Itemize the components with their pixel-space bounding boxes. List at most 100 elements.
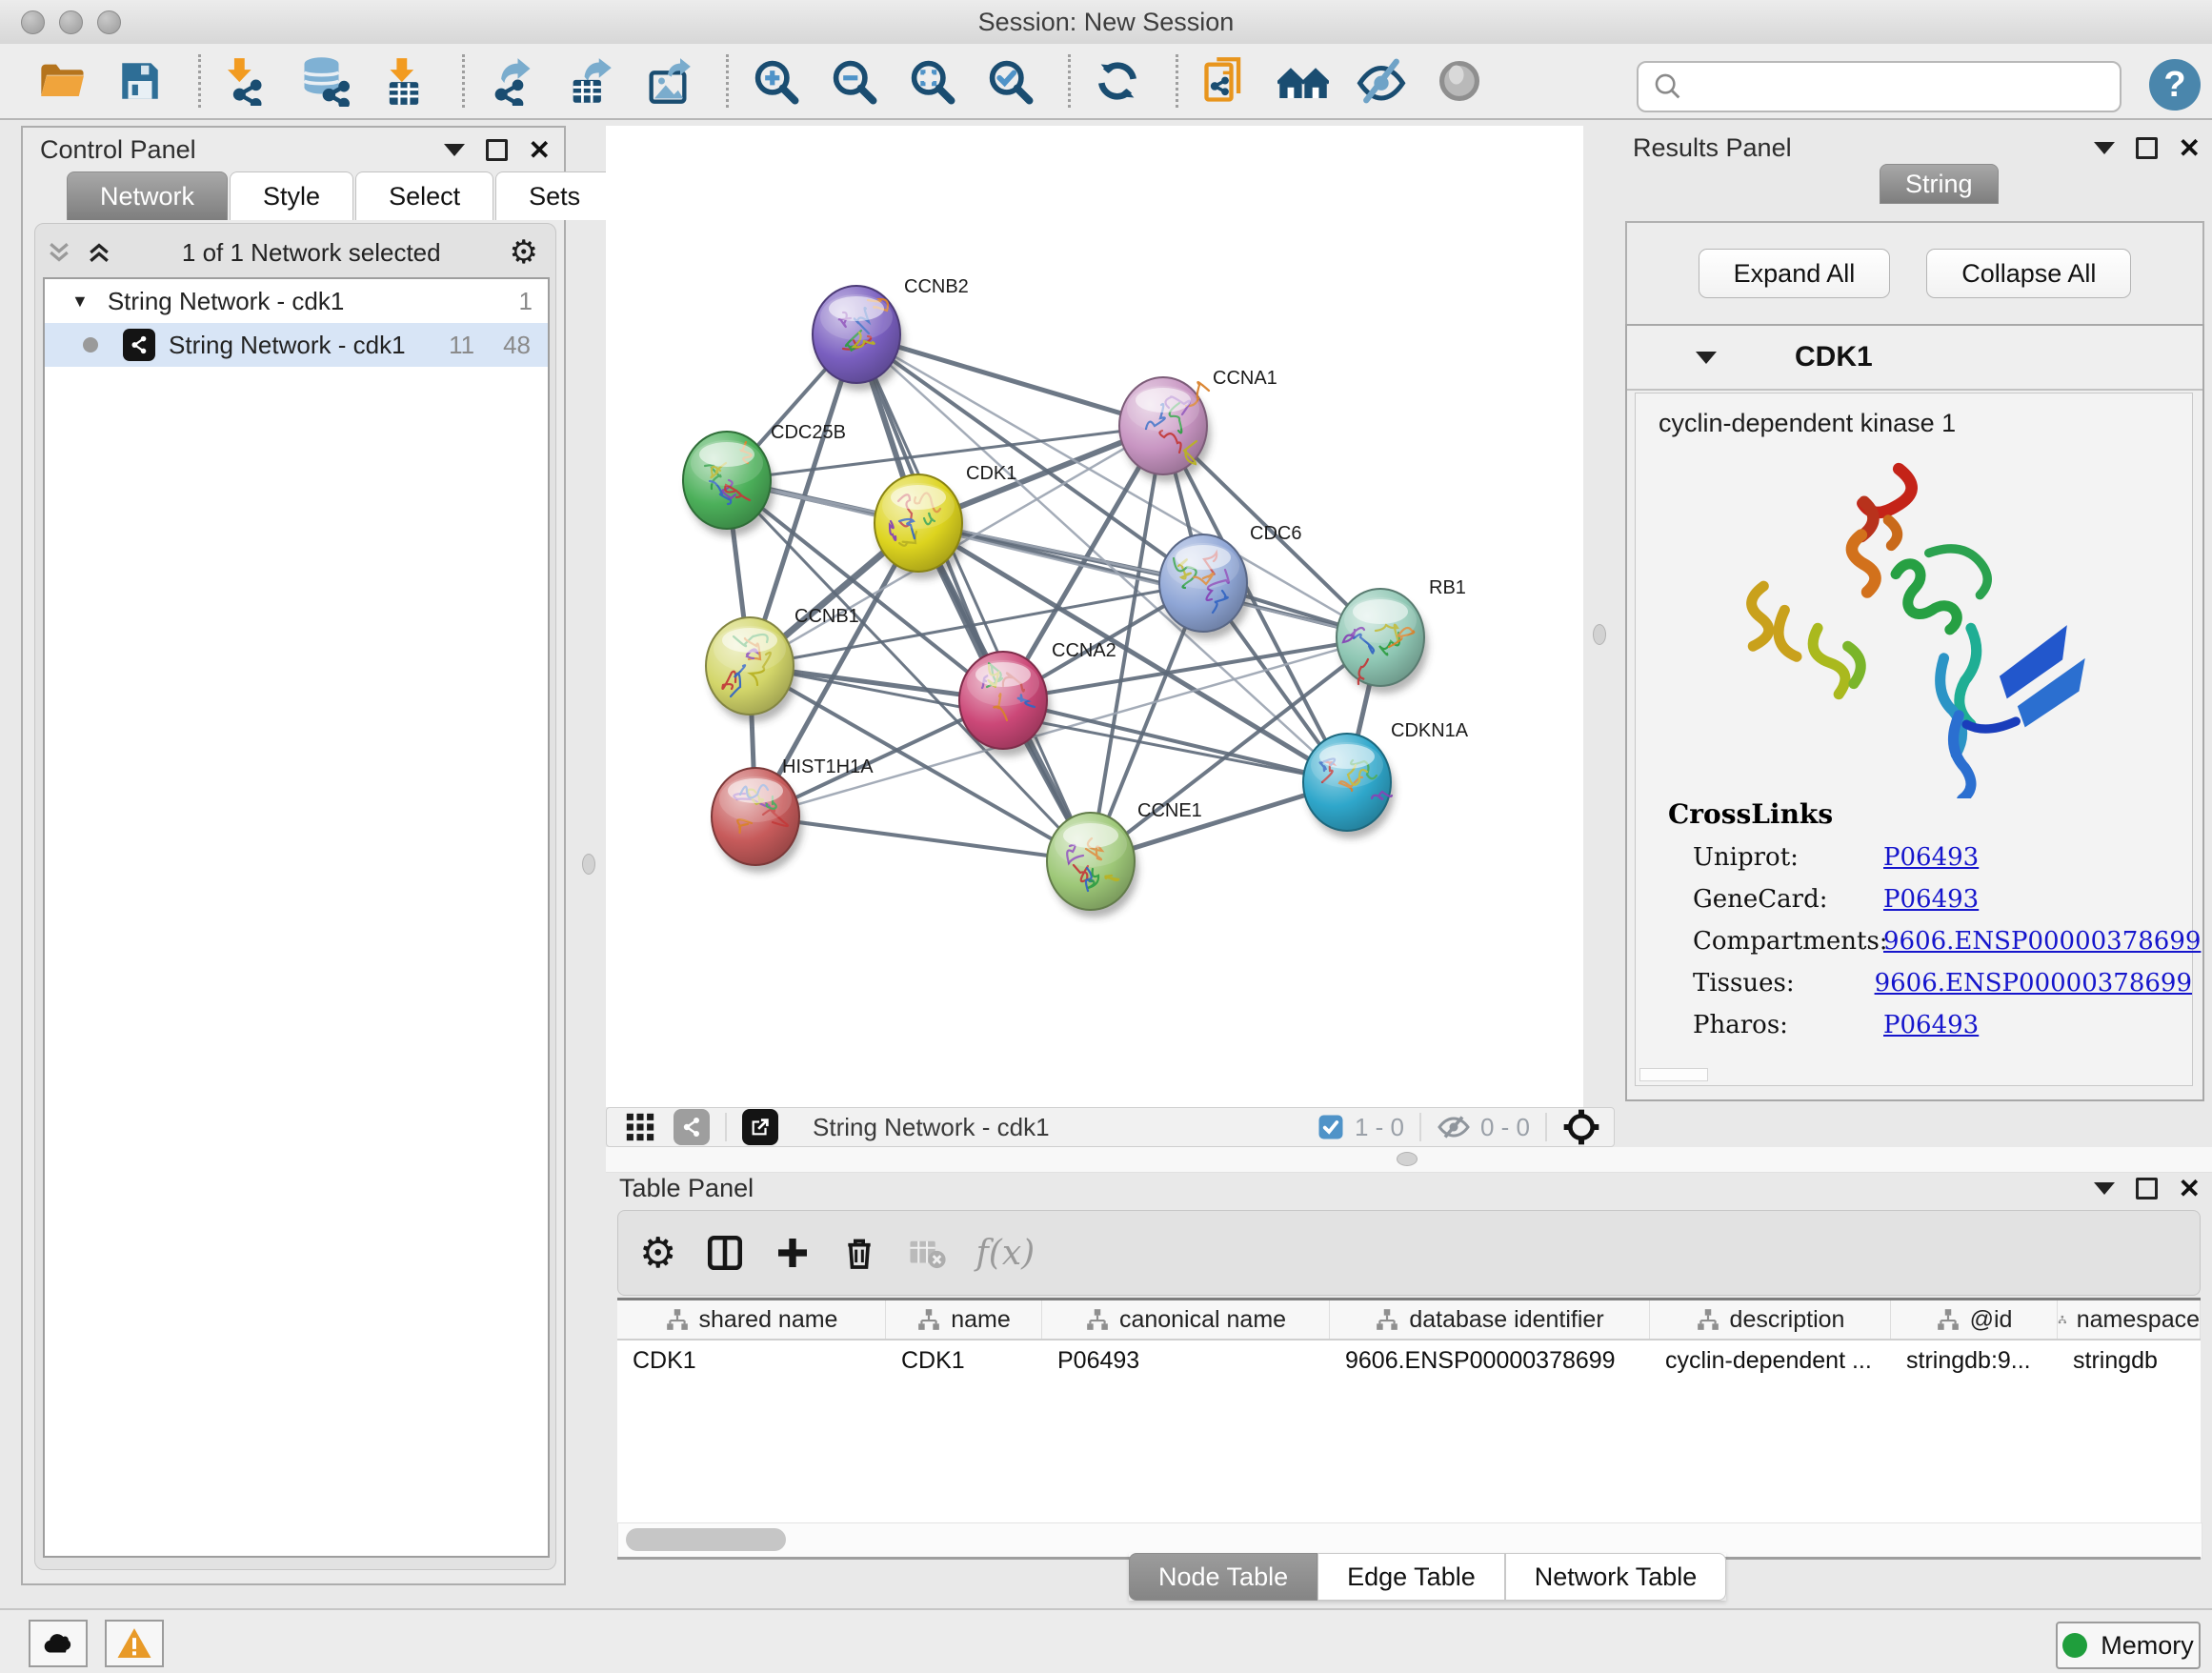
tab-network[interactable]: Network [67, 171, 228, 220]
cloud-button[interactable] [29, 1620, 88, 1667]
search-field[interactable] [1637, 61, 2122, 112]
tab-network-table[interactable]: Network Table [1505, 1553, 1727, 1601]
detach-view-icon[interactable] [742, 1109, 778, 1145]
panel-collapse-icon[interactable] [444, 144, 465, 156]
column-header[interactable]: name [886, 1300, 1042, 1339]
clipboard-share-button[interactable] [1197, 53, 1253, 109]
results-panel-title: Results Panel [1633, 133, 1792, 163]
column-header[interactable]: shared name [617, 1300, 886, 1339]
zoom-selected-button[interactable] [982, 53, 1037, 109]
column-type-icon [1085, 1307, 1110, 1332]
cdk1-section: CDK1 cyclin-dependent kinase 1 [1625, 324, 2204, 1101]
clipboard-share-icon [1200, 56, 1250, 106]
left-splitter-handle[interactable] [582, 854, 595, 875]
grid-view-icon[interactable] [624, 1111, 656, 1143]
open-session-button[interactable] [34, 53, 90, 109]
table-row[interactable]: CDK1 CDK1 P06493 9606.ENSP00000378699 cy… [617, 1340, 2201, 1381]
help-button[interactable]: ? [2149, 59, 2201, 111]
panel-collapse-icon[interactable] [2094, 142, 2115, 154]
import-network-file-button[interactable] [220, 53, 275, 109]
panel-close-icon[interactable]: ✕ [529, 137, 551, 164]
import-table-button[interactable] [376, 53, 432, 109]
tab-edge-table[interactable]: Edge Table [1317, 1553, 1505, 1601]
import-database-icon [300, 55, 352, 107]
network-row[interactable]: String Network - cdk1 11 48 [45, 323, 548, 367]
column-header[interactable]: database identifier [1330, 1300, 1650, 1339]
export-table-button[interactable] [562, 53, 617, 109]
scrollbar-thumb[interactable] [626, 1528, 786, 1551]
cell-namespace: stringdb [2058, 1340, 2201, 1381]
panel-float-icon[interactable] [2136, 137, 2158, 159]
crosslinks-title: CrossLinks [1668, 798, 2192, 830]
birdseye-crosshair-icon[interactable] [1562, 1108, 1600, 1146]
toolbar-separator [725, 1113, 727, 1141]
collapse-all-chevrons-icon[interactable] [45, 238, 73, 267]
refresh-button[interactable] [1090, 53, 1145, 109]
zoom-fit-button[interactable] [904, 53, 959, 109]
panel-float-icon[interactable] [486, 139, 508, 161]
expand-all-button[interactable]: Expand All [1699, 249, 1891, 298]
tree-expand-icon[interactable]: ▼ [71, 292, 89, 312]
results-scrollbar[interactable] [1639, 1068, 1708, 1081]
add-column-icon[interactable] [774, 1234, 812, 1272]
open-folder-icon [37, 56, 87, 106]
search-input[interactable] [1694, 71, 2120, 103]
selected-checkbox-icon[interactable] [1317, 1113, 1345, 1141]
crosslink-link[interactable]: P06493 [1883, 885, 1979, 914]
edge-count: 48 [503, 331, 531, 360]
splitter-handle[interactable] [1397, 1152, 1418, 1166]
delete-column-icon[interactable] [840, 1234, 878, 1272]
houses-icon [1277, 55, 1329, 107]
network-canvas[interactable]: CCNB2CCNA1CDC25BCDK1CDC6RB1CCNB1CCNA2CDK… [606, 126, 1583, 1107]
network-graph[interactable]: CCNB2CCNA1CDC25BCDK1CDC6RB1CCNB1CCNA2CDK… [606, 126, 1583, 1107]
cell-id: stringdb:9... [1891, 1340, 2058, 1381]
crosslink-link[interactable]: P06493 [1883, 1011, 1979, 1039]
gear-icon[interactable]: ⚙ [510, 233, 538, 272]
export-image-button[interactable] [640, 53, 695, 109]
svg-text:RB1: RB1 [1429, 577, 1466, 598]
section-collapse-icon[interactable] [1696, 352, 1717, 364]
panel-close-icon[interactable]: ✕ [2179, 135, 2201, 162]
import-network-database-button[interactable] [298, 53, 353, 109]
zoom-in-button[interactable] [748, 53, 803, 109]
memory-button[interactable]: Memory [2056, 1622, 2201, 1669]
hidden-eye-icon[interactable] [1437, 1110, 1471, 1144]
expand-all-chevrons-icon[interactable] [85, 238, 113, 267]
panel-collapse-icon[interactable] [2094, 1182, 2115, 1195]
crosslink-link[interactable]: 9606.ENSP00000378699 [1883, 927, 2201, 956]
svg-text:CCNA1: CCNA1 [1213, 368, 1277, 389]
warnings-button[interactable] [105, 1620, 164, 1667]
crosslink-link[interactable]: P06493 [1883, 843, 1979, 872]
cdk1-section-header[interactable]: CDK1 [1627, 326, 2202, 391]
window-title: Session: New Session [0, 8, 2212, 37]
column-header[interactable]: namespace [2058, 1300, 2201, 1339]
hide-unhide-button[interactable] [1354, 53, 1409, 109]
zoom-out-button[interactable] [826, 53, 881, 109]
control-panel: Control Panel ✕ Network Style Select Set… [21, 126, 566, 1585]
tab-style[interactable]: Style [230, 171, 353, 220]
column-header[interactable]: canonical name [1042, 1300, 1330, 1339]
show-columns-icon[interactable] [705, 1233, 745, 1273]
node-table: shared name name canonical name database [617, 1298, 2201, 1525]
panel-float-icon[interactable] [2136, 1178, 2158, 1199]
network-collection-row[interactable]: ▼ String Network - cdk1 1 [45, 279, 548, 323]
table-settings-gear-icon[interactable]: ⚙ [639, 1229, 676, 1278]
string-view-icon[interactable] [674, 1109, 710, 1145]
collapse-all-button[interactable]: Collapse All [1926, 249, 2131, 298]
save-session-button[interactable] [112, 53, 168, 109]
crosslink-link[interactable]: 9606.ENSP00000378699 [1875, 969, 2192, 998]
column-header[interactable]: description [1650, 1300, 1891, 1339]
tab-string[interactable]: String [1880, 164, 1999, 204]
right-splitter-handle[interactable] [1593, 624, 1606, 645]
panel-close-icon[interactable]: ✕ [2179, 1176, 2201, 1202]
column-header[interactable]: @id [1891, 1300, 2058, 1339]
horizontal-splitter[interactable] [606, 1147, 2212, 1173]
home-networks-button[interactable] [1276, 53, 1331, 109]
birdseye-button[interactable] [1432, 53, 1487, 109]
export-network-button[interactable] [484, 53, 539, 109]
tab-node-table[interactable]: Node Table [1129, 1553, 1317, 1601]
section-name: CDK1 [1795, 341, 1873, 373]
crosslink-label: Tissues: [1693, 969, 1875, 998]
tab-select[interactable]: Select [355, 171, 493, 220]
tab-sets[interactable]: Sets [495, 171, 613, 220]
